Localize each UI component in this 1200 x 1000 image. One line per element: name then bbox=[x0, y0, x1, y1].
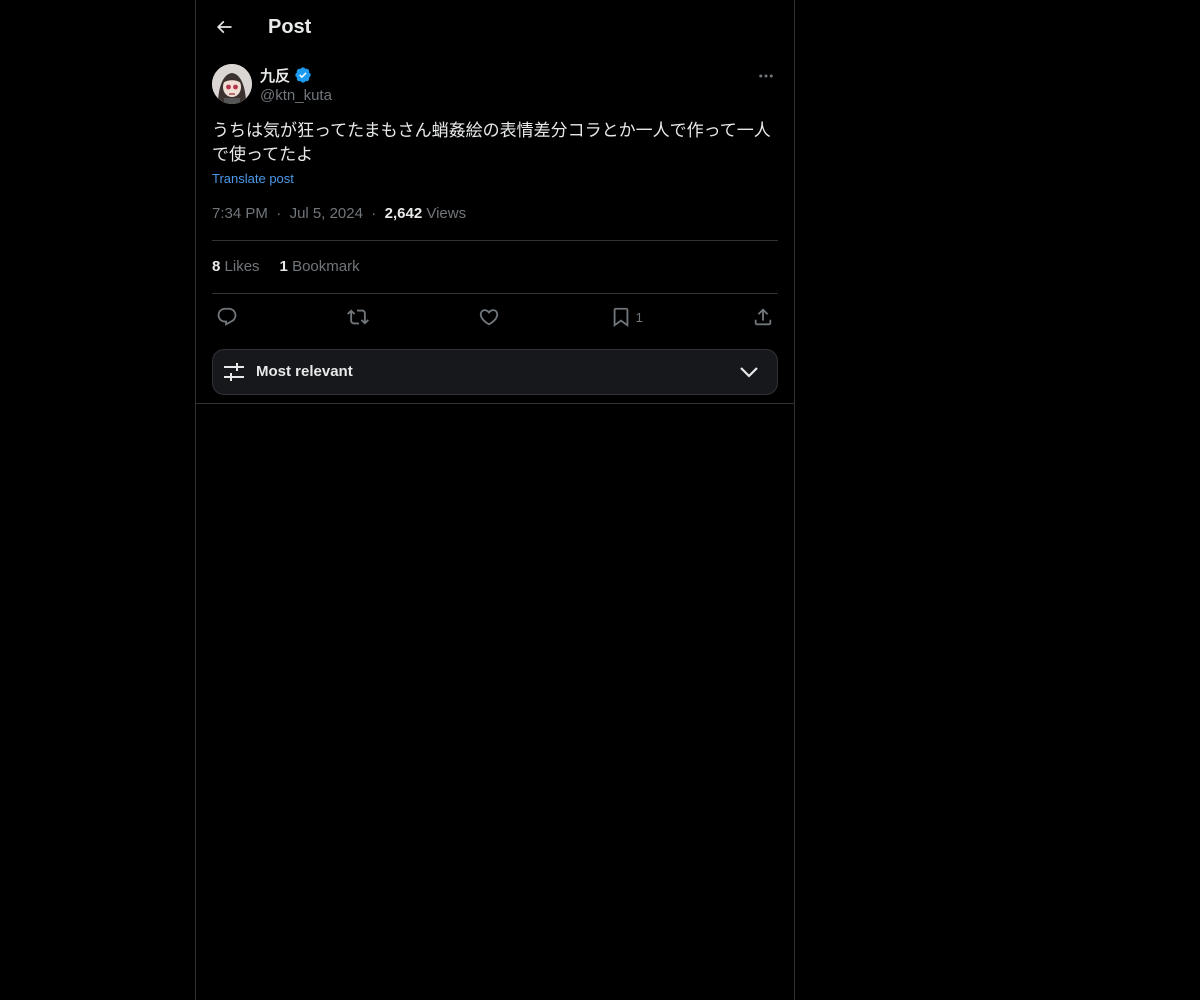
chevron-down-icon bbox=[740, 367, 758, 378]
action-bar: 1 bbox=[212, 305, 778, 329]
divider bbox=[212, 240, 778, 241]
more-dots-icon bbox=[759, 74, 773, 78]
primary-column: Post 九反 @ktn_kuta うちは気が狂ってたまもさん蛸姦絵の表情差分コ… bbox=[195, 0, 795, 1000]
post-stats: 8 Likes 1 Bookmark bbox=[212, 258, 360, 275]
likes-count: 8 bbox=[212, 258, 221, 275]
repost-icon bbox=[347, 309, 370, 325]
likes-label: Likes bbox=[224, 258, 260, 275]
bookmarks-count: 1 bbox=[279, 258, 288, 275]
divider bbox=[196, 403, 794, 404]
bookmarks-stat[interactable]: 1 Bookmark bbox=[280, 258, 360, 275]
top-bar: Post bbox=[196, 0, 794, 54]
bookmark-icon bbox=[613, 307, 628, 328]
repost-button[interactable] bbox=[347, 306, 370, 328]
avatar[interactable] bbox=[212, 64, 252, 104]
more-options-button[interactable] bbox=[754, 66, 778, 86]
likes-stat[interactable]: 8 Likes bbox=[212, 258, 260, 275]
share-button[interactable] bbox=[752, 306, 774, 328]
reply-button[interactable] bbox=[216, 306, 238, 328]
bookmarks-label: Bookmark bbox=[292, 258, 360, 275]
sort-label: Most relevant bbox=[256, 363, 353, 380]
divider bbox=[212, 293, 778, 294]
share-icon bbox=[754, 308, 772, 326]
reply-icon bbox=[217, 307, 237, 326]
display-name[interactable]: 九反 bbox=[260, 65, 290, 86]
bookmark-button[interactable]: 1 bbox=[610, 306, 643, 328]
author-names: 九反 @ktn_kuta bbox=[260, 65, 332, 105]
page-title: Post bbox=[268, 16, 312, 38]
verified-badge-icon bbox=[295, 67, 311, 83]
avatar-image bbox=[212, 64, 252, 104]
reply-sort-dropdown[interactable]: Most relevant bbox=[212, 349, 778, 395]
post-time[interactable]: 7:34 PM bbox=[212, 205, 268, 222]
like-button[interactable] bbox=[478, 306, 500, 328]
views-count: 2,642 bbox=[384, 205, 423, 222]
post-date[interactable]: Jul 5, 2024 bbox=[290, 205, 363, 222]
bookmark-count: 1 bbox=[635, 309, 643, 325]
views-label: Views bbox=[426, 205, 467, 222]
back-arrow-icon bbox=[216, 20, 232, 34]
translate-post-link[interactable]: Translate post bbox=[212, 171, 294, 186]
heart-icon bbox=[480, 309, 499, 326]
sliders-icon bbox=[224, 363, 244, 381]
back-button[interactable] bbox=[208, 11, 240, 43]
post-meta: 7:34 PM · Jul 5, 2024 · 2,642 Views bbox=[212, 205, 467, 222]
user-handle[interactable]: @ktn_kuta bbox=[260, 86, 332, 105]
post-text: うちは気が狂ってたまもさん蛸姦絵の表情差分コラとか一人で作って一人で使ってたよ bbox=[212, 121, 771, 165]
